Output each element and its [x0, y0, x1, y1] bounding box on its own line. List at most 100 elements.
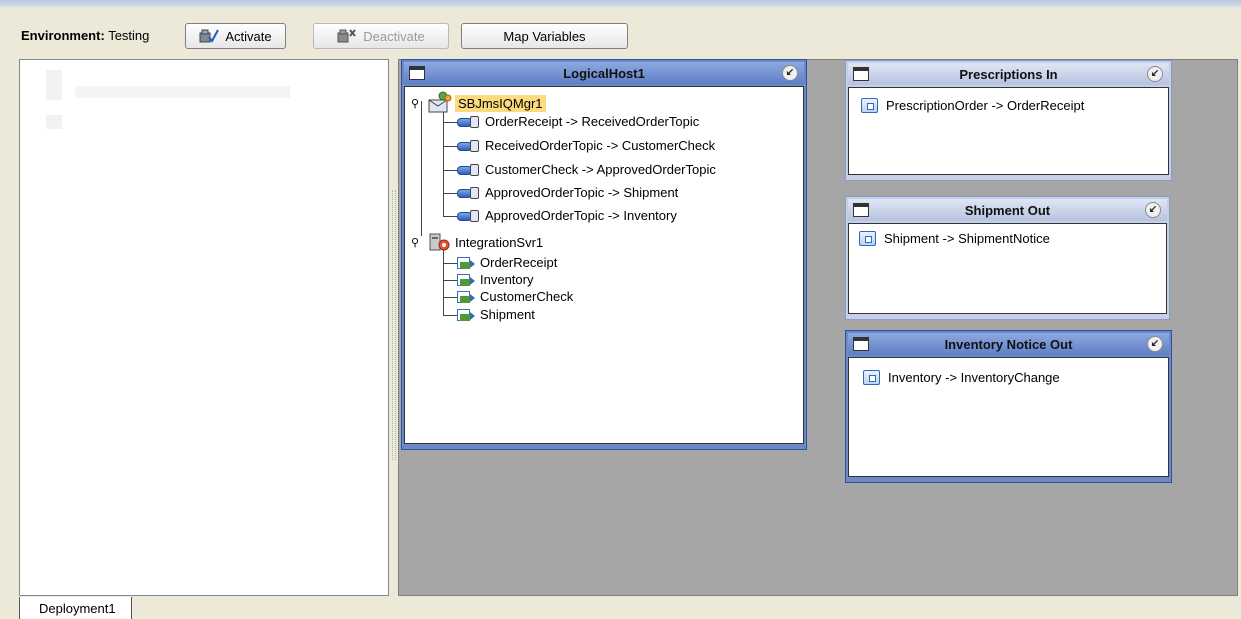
external-window-shipment-out[interactable]: Shipment Out ↙ Shipment -> ShipmentNotic…: [845, 196, 1170, 320]
window-icon: [853, 67, 869, 81]
jms-server-icon: [427, 91, 455, 115]
window-icon: [409, 66, 425, 80]
external-title: Shipment Out: [964, 202, 1051, 218]
window-icon: [853, 337, 869, 351]
connection-item[interactable]: ApprovedOrderTopic -> Inventory: [457, 208, 677, 223]
external-body: PrescriptionOrder -> OrderReceipt: [848, 87, 1169, 175]
tree-line: [443, 122, 457, 123]
connection-icon: [457, 186, 479, 200]
activate-icon: [199, 28, 220, 44]
connection-label: ApprovedOrderTopic -> Inventory: [485, 208, 677, 223]
external-item-icon: [861, 98, 878, 113]
logical-host-title: LogicalHost1: [563, 65, 645, 81]
connection-icon: [457, 209, 479, 223]
environment-toolbar: Environment: Testing Activate Deactivate…: [10, 16, 1238, 56]
connection-item[interactable]: CustomerCheck -> ApprovedOrderTopic: [457, 162, 716, 177]
collapse-icon[interactable]: ↙: [1145, 202, 1161, 218]
integration-server-node[interactable]: ⚲ IntegrationSvr1: [411, 232, 543, 252]
top-border: [0, 0, 1241, 7]
collapse-icon[interactable]: ↙: [782, 65, 798, 81]
jms-server-label[interactable]: SBJmsIQMgr1: [455, 94, 546, 112]
connection-item[interactable]: ApprovedOrderTopic -> Shipment: [457, 185, 678, 200]
service-label: Inventory: [480, 272, 534, 287]
map-variables-label: Map Variables: [503, 28, 586, 44]
external-window-inventory-notice-out[interactable]: Inventory Notice Out ↙ Inventory -> Inve…: [845, 330, 1172, 483]
external-item-label: Shipment -> ShipmentNotice: [884, 231, 1050, 246]
jms-server-node[interactable]: ⚲ SBJmsIQMgr1: [411, 91, 546, 115]
external-item-label: PrescriptionOrder -> OrderReceipt: [886, 98, 1085, 113]
left-panel[interactable]: [19, 59, 389, 596]
integration-server-label[interactable]: IntegrationSvr1: [455, 235, 543, 250]
tree-line: [443, 193, 457, 194]
external-item-icon: [863, 370, 880, 385]
environment-name: Testing: [108, 28, 150, 43]
external-item-icon: [859, 231, 876, 246]
external-window-prescriptions-in[interactable]: Prescriptions In ↙ PrescriptionOrder -> …: [845, 60, 1172, 181]
tree-line: [443, 170, 457, 171]
connection-label: CustomerCheck -> ApprovedOrderTopic: [485, 162, 716, 177]
tree-line: [443, 315, 457, 316]
connection-item[interactable]: OrderReceipt -> ReceivedOrderTopic: [457, 114, 699, 129]
service-icon: [457, 307, 475, 322]
connection-label: ReceivedOrderTopic -> CustomerCheck: [485, 138, 716, 153]
connection-label: OrderReceipt -> ReceivedOrderTopic: [485, 114, 700, 129]
external-title: Inventory Notice Out: [944, 336, 1073, 352]
external-titlebar[interactable]: Shipment Out ↙: [848, 199, 1167, 221]
collapse-icon[interactable]: ↙: [1147, 336, 1163, 352]
service-label: Shipment: [480, 307, 535, 322]
activate-button[interactable]: Activate: [185, 23, 286, 49]
service-label: CustomerCheck: [480, 289, 574, 304]
service-item[interactable]: Shipment: [457, 307, 535, 322]
external-item[interactable]: Shipment -> ShipmentNotice: [859, 231, 1050, 246]
tab-deployment1[interactable]: Deployment1: [19, 597, 132, 619]
tab-bar: Deployment1: [10, 597, 1238, 619]
tree-line: [443, 263, 457, 264]
external-titlebar[interactable]: Inventory Notice Out ↙: [848, 333, 1169, 355]
service-icon: [457, 272, 475, 287]
placeholder-shape: [46, 70, 62, 100]
environment-label: Environment: Testing: [21, 28, 149, 43]
logical-host-window[interactable]: LogicalHost1 ↙ ⚲ SBJmsIQMgr1 OrderReceip…: [401, 59, 807, 450]
service-item[interactable]: OrderReceipt: [457, 255, 557, 270]
service-icon: [457, 255, 475, 270]
window-icon: [853, 203, 869, 217]
connection-item[interactable]: ReceivedOrderTopic -> CustomerCheck: [457, 138, 715, 153]
tree-line: [443, 216, 457, 217]
service-item[interactable]: CustomerCheck: [457, 289, 573, 304]
integration-server-icon: [427, 232, 455, 252]
panel-splitter[interactable]: [392, 190, 396, 460]
deactivate-button[interactable]: Deactivate: [313, 23, 449, 49]
connection-icon: [457, 115, 479, 129]
external-item[interactable]: Inventory -> InventoryChange: [863, 370, 1060, 385]
connection-icon: [457, 163, 479, 177]
connection-label: ApprovedOrderTopic -> Shipment: [485, 185, 679, 200]
collapse-icon[interactable]: ↙: [1147, 66, 1163, 82]
activate-label: Activate: [225, 28, 272, 44]
logical-host-body: ⚲ SBJmsIQMgr1 OrderReceipt -> ReceivedOr…: [404, 86, 804, 444]
external-title: Prescriptions In: [959, 66, 1058, 82]
deactivate-label: Deactivate: [363, 28, 425, 44]
external-item-label: Inventory -> InventoryChange: [888, 370, 1060, 385]
placeholder-shape: [46, 115, 62, 129]
logical-host-titlebar[interactable]: LogicalHost1 ↙: [404, 62, 804, 84]
tree-line: [443, 247, 444, 315]
tree-line: [443, 109, 444, 216]
external-item[interactable]: PrescriptionOrder -> OrderReceipt: [861, 98, 1084, 113]
external-body: Inventory -> InventoryChange: [848, 357, 1169, 477]
external-titlebar[interactable]: Prescriptions In ↙: [848, 63, 1169, 85]
environment-label-key: Environment:: [21, 28, 105, 43]
tree-line: [443, 146, 457, 147]
service-icon: [457, 289, 475, 304]
map-variables-button[interactable]: Map Variables: [461, 23, 628, 49]
service-item[interactable]: Inventory: [457, 272, 533, 287]
tree-line: [443, 280, 457, 281]
tree-line: [443, 297, 457, 298]
tree-toggle-icon[interactable]: ⚲: [411, 236, 427, 249]
placeholder-shape: [75, 86, 290, 98]
tab-label: Deployment1: [39, 600, 116, 616]
tree-line: [421, 101, 422, 236]
deactivate-icon: [337, 28, 357, 44]
connection-icon: [457, 139, 479, 153]
tree-toggle-icon[interactable]: ⚲: [411, 97, 427, 110]
external-body: Shipment -> ShipmentNotice: [848, 223, 1167, 314]
